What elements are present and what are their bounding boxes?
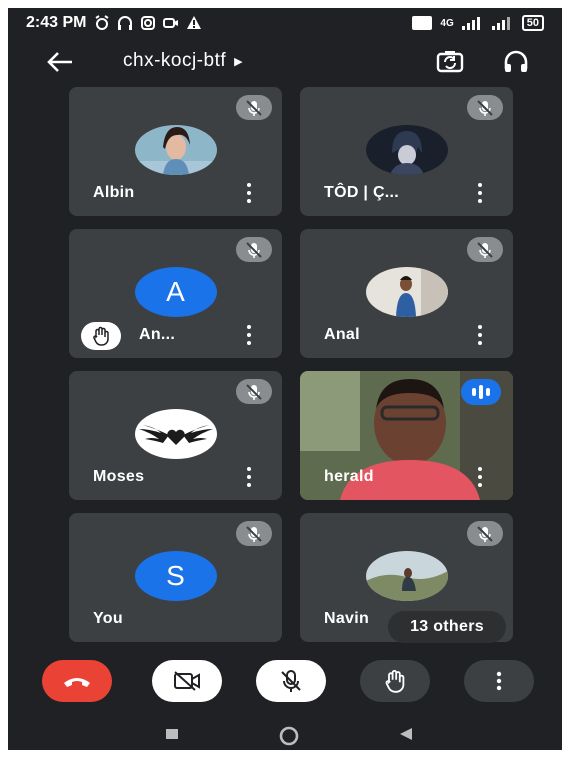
participant-name: Navin — [324, 610, 370, 627]
camera-toggle-button[interactable] — [152, 660, 222, 702]
self-tile[interactable]: S You — [69, 513, 282, 642]
more-vertical-icon[interactable] — [244, 325, 254, 345]
battery-indicator: 50 — [521, 15, 544, 31]
participant-tile[interactable]: Moses — [69, 371, 282, 500]
back-arrow-icon[interactable] — [46, 50, 74, 74]
more-vertical-icon[interactable] — [475, 325, 485, 345]
participant-name: Albin — [93, 184, 135, 201]
more-vertical-icon[interactable] — [475, 467, 485, 487]
end-call-icon — [64, 678, 90, 687]
status-time: 2:43 PM — [26, 14, 87, 31]
recents-icon[interactable] — [164, 726, 180, 742]
mic-off-icon — [236, 379, 272, 404]
chevron-right-icon: ▶ — [234, 55, 244, 68]
participant-name: TÔD | Ç... — [324, 184, 400, 201]
participant-name: An... — [139, 326, 176, 343]
meeting-code[interactable]: chx-kocj-btf ▶ — [123, 50, 243, 72]
more-options-button[interactable] — [464, 660, 534, 702]
mic-toggle-button[interactable] — [256, 660, 326, 702]
avatar-letter: S — [134, 551, 217, 601]
mic-off-icon — [236, 237, 272, 262]
video-status-icon — [163, 18, 179, 28]
mic-off-icon — [467, 521, 503, 546]
mic-off-icon — [467, 237, 503, 262]
mic-off-icon — [467, 95, 503, 120]
others-chip[interactable]: 13 others — [388, 611, 506, 643]
mic-off-icon — [281, 670, 301, 692]
system-nav-bar — [8, 722, 562, 750]
more-vertical-icon[interactable] — [244, 183, 254, 203]
speaking-indicator-icon — [461, 379, 501, 405]
avatar-letter: A — [134, 267, 217, 317]
mic-off-icon — [236, 95, 272, 120]
headset-status-icon — [118, 16, 133, 30]
raise-hand-icon — [385, 669, 405, 693]
avatar — [365, 125, 448, 175]
signal-icon — [461, 17, 480, 30]
back-nav-icon[interactable] — [398, 726, 414, 742]
raised-hand-icon — [81, 322, 121, 350]
avatar — [134, 409, 217, 459]
phone-screen: 2:43 PM 4G 50 chx-kocj-btf ▶ Albin TÔD |… — [8, 8, 562, 750]
more-vertical-icon[interactable] — [244, 467, 254, 487]
participant-tile[interactable]: TÔD | Ç... — [300, 87, 513, 216]
instagram-icon — [141, 16, 156, 30]
participant-name: Anal — [324, 326, 360, 343]
warning-icon — [187, 16, 202, 29]
participant-tile[interactable]: A An... — [69, 229, 282, 358]
call-controls — [8, 660, 562, 716]
participant-tile[interactable]: Anal — [300, 229, 513, 358]
participant-name: herald — [324, 468, 374, 485]
participant-tile[interactable]: Albin — [69, 87, 282, 216]
meeting-header: chx-kocj-btf ▶ — [8, 40, 562, 84]
more-vertical-icon — [496, 671, 502, 691]
headphones-icon[interactable] — [502, 49, 530, 75]
participant-video-tile[interactable]: herald — [300, 371, 513, 500]
end-call-button[interactable] — [42, 660, 112, 702]
participant-name: Moses — [93, 468, 145, 485]
network-type: 4G — [440, 17, 454, 29]
avatar — [365, 267, 448, 317]
status-bar: 2:43 PM 4G 50 — [8, 8, 562, 38]
switch-camera-icon[interactable] — [436, 49, 464, 75]
alarm-icon — [95, 15, 110, 30]
volte-icon — [412, 16, 433, 30]
mic-off-icon — [236, 521, 272, 546]
more-vertical-icon[interactable] — [475, 183, 485, 203]
camera-off-icon — [174, 671, 200, 691]
avatar — [134, 125, 217, 175]
raise-hand-button[interactable] — [360, 660, 430, 702]
meeting-code-text: chx-kocj-btf — [123, 50, 227, 71]
avatar — [365, 551, 448, 601]
home-icon[interactable] — [278, 726, 300, 746]
signal-icon-2 — [491, 17, 510, 30]
participant-name: You — [93, 610, 123, 627]
